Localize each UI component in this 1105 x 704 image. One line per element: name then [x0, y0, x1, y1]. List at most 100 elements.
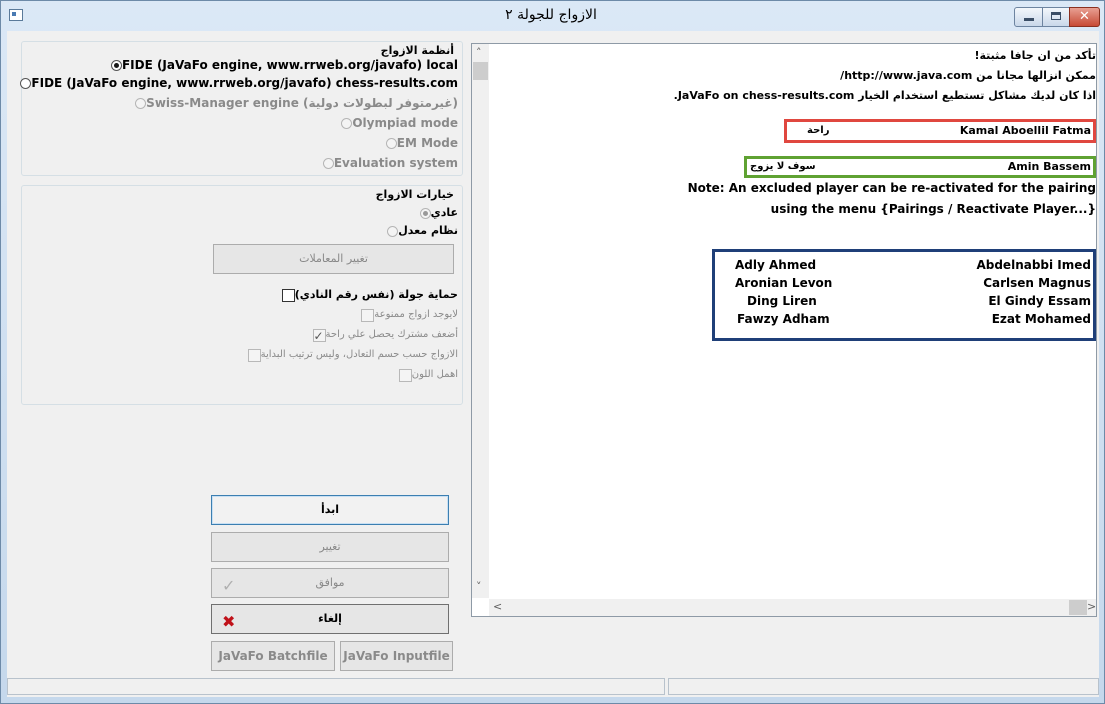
application-window: الازواج للجولة ٢ ✕ أنظمة الازواج FIDE (J…	[0, 0, 1105, 704]
pairing-row: Ezat Mohamed Fawzy Adham	[715, 310, 1093, 328]
javafo-batchfile-button[interactable]: JaVaFo Batchfile	[211, 641, 335, 671]
radio-fide-chess-results[interactable]: FIDE (JaVaFo engine, www.rrweb.org/javaf…	[16, 74, 458, 92]
pairing-preview-panel[interactable]: ˄ ˅ < > تأكد من ان جافا مثبتة! ممكن انزا…	[471, 43, 1097, 617]
black-player: Adly Ahmed	[735, 258, 817, 272]
bye-box: Kamal Aboellil Fatma راحة	[784, 119, 1096, 143]
button-label: إلغاء	[318, 612, 342, 625]
pairing-options-title: خيارات الازواج	[375, 188, 454, 201]
vertical-scroll-thumb[interactable]	[473, 62, 488, 80]
close-icon: ✕	[1079, 9, 1090, 24]
checkbox-no-forbidden-pairs[interactable]: لايوجد ازواج ممنوعة	[357, 306, 458, 324]
option-label: حماية جولة (نفس رقم النادي)	[294, 288, 458, 301]
radio-indicator[interactable]	[387, 225, 399, 237]
pairing-systems-group: أنظمة الازواج FIDE (JaVaFo engine, www.r…	[20, 41, 463, 176]
checkbox-pair-by-tiebreak[interactable]: الازواج حسب حسم التعادل، وليس ترتيب البد…	[244, 346, 458, 364]
option-label: لايوجد ازواج ممنوعة	[374, 309, 458, 320]
change-coefficients-button[interactable]: تغيير المعاملات	[213, 244, 454, 274]
button-label: موافق	[315, 576, 345, 589]
java-download-note: ممكن انزالها مجانا من http://www.java.co…	[840, 69, 1096, 82]
radio-indicator[interactable]	[135, 97, 147, 109]
preview-content: تأكد من ان جافا مثبتة! ممكن انزالها مجان…	[489, 44, 1096, 598]
horizontal-scroll-thumb[interactable]	[1069, 600, 1087, 615]
start-button[interactable]: ابدأ	[211, 495, 449, 525]
scroll-right-icon[interactable]: >	[1087, 600, 1096, 613]
checkmark-icon: ✓	[222, 576, 236, 595]
radio-evaluation[interactable]: Evaluation system	[319, 154, 458, 172]
change-button[interactable]: تغيير	[211, 532, 449, 562]
ok-button[interactable]: ✓ موافق	[211, 568, 449, 598]
reactivation-note-line2: using the menu {Pairings / Reactivate Pl…	[770, 202, 1096, 216]
radio-indicator[interactable]	[110, 59, 122, 71]
bye-player-name: Kamal Aboellil Fatma	[959, 124, 1091, 137]
excluded-box: Amin Bassem سوف لا يزوج	[744, 156, 1096, 178]
checkbox-weakest-bye[interactable]: ✓ أضعف مشترك يحصل علي راحة	[309, 326, 458, 344]
maximize-icon	[1051, 12, 1061, 20]
radio-em-mode[interactable]: EM Mode	[382, 134, 458, 152]
button-label: ابدأ	[320, 503, 340, 516]
cancel-button[interactable]: ✖ إلغاء	[211, 604, 449, 634]
dialog-body: أنظمة الازواج FIDE (JaVaFo engine, www.r…	[7, 31, 1099, 697]
app-icon[interactable]	[9, 9, 23, 21]
black-player: Ding Liren	[747, 294, 817, 308]
radio-indicator[interactable]	[419, 207, 431, 219]
option-label: EM Mode	[396, 136, 458, 150]
button-label: JaVaFo Inputfile	[343, 649, 450, 663]
radio-indicator[interactable]	[341, 117, 353, 129]
red-x-icon: ✖	[222, 612, 236, 631]
bye-label: راحة	[807, 125, 830, 136]
checkbox-box[interactable]	[281, 288, 295, 302]
window-title: الازواج للجولة ٢	[505, 7, 597, 23]
button-label: تغيير	[319, 540, 341, 553]
option-label: Olympiad mode	[352, 116, 458, 130]
status-bar	[7, 677, 1099, 697]
option-label: الازواج حسب حسم التعادل، وليس ترتيب البد…	[260, 349, 458, 360]
status-cell-secondary	[668, 678, 1099, 695]
scroll-left-icon[interactable]: <	[493, 600, 502, 613]
option-label: Evaluation system	[333, 156, 458, 170]
close-button[interactable]: ✕	[1069, 7, 1100, 27]
checkbox-box[interactable]	[398, 368, 412, 382]
pairing-row: El Gindy Essam Ding Liren	[715, 292, 1093, 310]
black-player: Fawzy Adham	[737, 312, 830, 326]
vertical-scrollbar[interactable]: ˄ ˅	[472, 44, 489, 598]
checkbox-box[interactable]: ✓	[312, 328, 326, 343]
radio-indicator[interactable]	[20, 77, 32, 89]
pairings-box: Abdelnabbi Imed Adly Ahmed Carlsen Magnu…	[712, 249, 1096, 341]
white-player: Ezat Mohamed	[991, 312, 1091, 326]
radio-swiss-manager[interactable]: Swiss-Manager engine (غيرمتوفر لبطولات د…	[131, 94, 458, 112]
minimize-icon	[1024, 18, 1034, 21]
radio-fide-local[interactable]: FIDE (JaVaFo engine, www.rrweb.org/javaf…	[107, 56, 458, 74]
scroll-up-icon[interactable]: ˄	[476, 46, 482, 59]
button-label: JaVaFo Batchfile	[218, 649, 328, 663]
excluded-label: سوف لا يزوج	[750, 161, 816, 172]
radio-indicator[interactable]	[385, 137, 397, 149]
radio-mode-modified[interactable]: نظام معدل	[383, 222, 458, 240]
checkbox-round-protection[interactable]: حماية جولة (نفس رقم النادي)	[278, 286, 458, 304]
status-cell-main	[7, 678, 665, 695]
scroll-down-icon[interactable]: ˅	[476, 580, 482, 593]
pairing-row: Carlsen Magnus Aronian Levon	[715, 274, 1093, 292]
radio-olympiad[interactable]: Olympiad mode	[337, 114, 458, 132]
checkbox-box[interactable]	[247, 348, 261, 362]
title-bar[interactable]: الازواج للجولة ٢ ✕	[1, 1, 1104, 31]
option-label: FIDE (JaVaFo engine, www.rrweb.org/javaf…	[31, 76, 458, 90]
option-label: Swiss-Manager engine (غيرمتوفر لبطولات د…	[146, 96, 458, 110]
horizontal-scrollbar[interactable]: < >	[489, 599, 1096, 616]
excluded-player-name: Amin Bassem	[1007, 160, 1091, 173]
black-player: Aronian Levon	[735, 276, 833, 290]
button-label: تغيير المعاملات	[299, 252, 368, 265]
option-label: أضعف مشترك يحصل علي راحة	[325, 329, 458, 340]
javafo-inputfile-button[interactable]: JaVaFo Inputfile	[340, 641, 453, 671]
checkbox-ignore-color[interactable]: اهمل اللون	[395, 366, 458, 384]
checkbox-box[interactable]	[361, 308, 375, 322]
minimize-button[interactable]	[1014, 7, 1043, 27]
maximize-button[interactable]	[1042, 7, 1070, 27]
checkmark-icon: ✓	[313, 328, 324, 343]
white-player: Carlsen Magnus	[983, 276, 1091, 290]
radio-mode-normal[interactable]: عادي	[416, 204, 458, 222]
white-player: Abdelnabbi Imed	[976, 258, 1091, 272]
radio-indicator[interactable]	[322, 157, 334, 169]
pairing-options-group: خيارات الازواج عادي نظام معدل تغيير المع…	[21, 185, 463, 405]
option-label: FIDE (JaVaFo engine, www.rrweb.org/javaf…	[121, 58, 458, 72]
reactivation-note-line1: Note: An excluded player can be re-activ…	[687, 181, 1096, 195]
